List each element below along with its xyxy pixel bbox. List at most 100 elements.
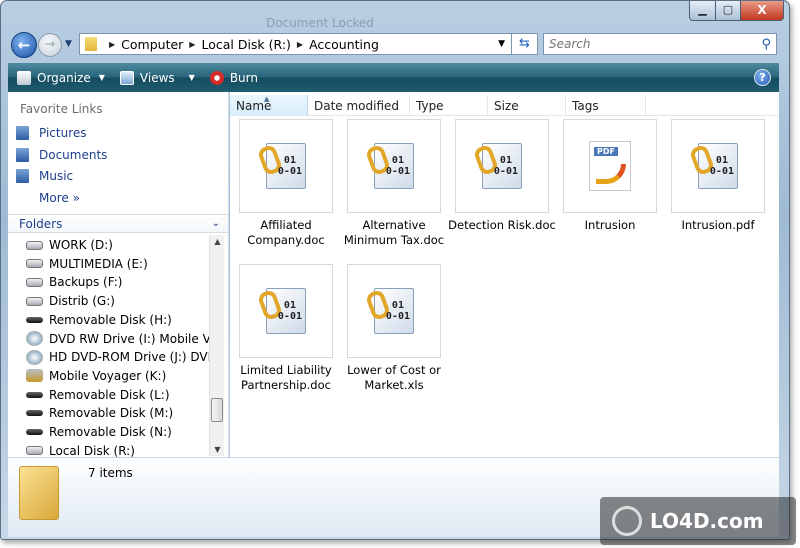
file-tile[interactable]: PDF Intrusion — [556, 119, 664, 233]
file-thumbnail[interactable]: PDF — [563, 119, 657, 213]
folder-tree-label: Removable Disk (M:) — [49, 406, 174, 421]
more-links[interactable]: More » — [39, 191, 80, 205]
views-label: Views — [139, 70, 175, 85]
file-tile[interactable]: 01 0-01 Affiliated Company.doc — [232, 119, 340, 248]
help-button[interactable]: ? — [754, 69, 771, 86]
organize-icon — [17, 70, 31, 85]
folder-tree-scrollbar[interactable]: ▲ ▼ — [209, 235, 224, 456]
breadcrumb-computer[interactable]: Computer — [121, 37, 183, 52]
recent-pages-dropdown[interactable]: ▼ — [65, 39, 72, 49]
breadcrumb-arrow-icon[interactable]: ▶ — [189, 40, 195, 49]
folder-tree-item[interactable]: Distrib (G:) — [26, 292, 211, 310]
breadcrumb-accounting[interactable]: Accounting — [309, 37, 379, 52]
file-name: Affiliated Company.doc — [247, 218, 325, 247]
organize-button[interactable]: Organize ▼ — [17, 70, 105, 85]
dvd-drive-icon — [26, 331, 43, 346]
file-name: Intrusion — [584, 218, 636, 232]
address-dropdown-icon[interactable]: ▼ — [498, 39, 505, 49]
organize-label: Organize — [37, 70, 91, 85]
folder-tree-item[interactable]: MULTIMEDIA (E:) — [26, 255, 211, 273]
encrypted-file-icon: 01 0-01 — [364, 288, 414, 334]
minimize-button[interactable]: ▁ — [689, 1, 716, 21]
folder-tree-item[interactable]: Removable Disk (L:) — [26, 386, 211, 404]
folder-tree-item[interactable]: HD DVD-ROM Drive (J:) DVD1 — [26, 348, 211, 366]
folder-tree-label: DVD RW Drive (I:) Mobile Voyager — [49, 331, 211, 346]
watermark-text: LO4D.com — [650, 509, 764, 533]
file-name: Lower of Cost or Market.xls — [347, 363, 441, 392]
folder-tree-item[interactable]: Backups (F:) — [26, 273, 211, 291]
breadcrumb-local-disk[interactable]: Local Disk (R:) — [201, 37, 290, 52]
favorite-pictures[interactable]: Pictures — [16, 126, 87, 140]
dvd-drive-icon — [26, 349, 43, 365]
search-icon[interactable]: ⚲ — [761, 37, 771, 52]
encrypted-file-icon: 01 0-01 — [256, 143, 306, 189]
file-name: Detection Risk.doc — [448, 218, 556, 232]
music-icon — [16, 169, 29, 183]
lo4d-logo-icon — [612, 506, 642, 536]
column-type[interactable]: Type — [410, 95, 488, 116]
maximize-button[interactable]: ▢ — [715, 1, 741, 21]
file-tile[interactable]: 01 0-01 Detection Risk.doc — [448, 119, 556, 233]
column-date-modified[interactable]: Date modified — [308, 95, 410, 116]
burn-button[interactable]: Burn — [209, 70, 258, 85]
folder-tree-item[interactable]: Mobile Voyager (K:) — [26, 367, 211, 385]
file-thumbnail[interactable]: 01 0-01 — [239, 264, 333, 358]
address-bar[interactable]: ▶ Computer ▶ Local Disk (R:) ▶ Accountin… — [79, 33, 512, 55]
folders-header[interactable]: Folders ⌄ — [8, 214, 228, 233]
folder-tree-label: Distrib (G:) — [49, 294, 115, 309]
column-tags[interactable]: Tags — [566, 95, 646, 116]
file-thumbnail[interactable]: 01 0-01 — [671, 119, 765, 213]
file-tile[interactable]: 01 0-01 Alternative Minimum Tax.doc — [340, 119, 448, 248]
folder-tree-item[interactable]: Removable Disk (H:) — [26, 311, 211, 329]
search-input[interactable] — [544, 37, 744, 51]
file-thumbnail[interactable]: 01 0-01 — [239, 119, 333, 213]
file-tile[interactable]: 01 0-01 Limited Liability Partnership.doc — [232, 264, 340, 393]
file-thumbnail[interactable]: 01 0-01 — [347, 119, 441, 213]
file-thumbnail[interactable]: 01 0-01 — [347, 264, 441, 358]
pdf-tag: PDF — [594, 147, 618, 156]
column-size[interactable]: Size — [488, 95, 566, 116]
breadcrumb-arrow-icon[interactable]: ▶ — [297, 40, 303, 49]
folder-tree-item[interactable]: Removable Disk (N:) — [26, 423, 211, 441]
scroll-down-icon[interactable]: ▼ — [210, 445, 225, 454]
removable-disk-icon — [26, 391, 43, 398]
scroll-up-icon[interactable]: ▲ — [210, 237, 225, 246]
refresh-button[interactable]: ⇆ — [512, 33, 538, 55]
file-tile[interactable]: 01 0-01 Intrusion.pdf — [664, 119, 772, 233]
breadcrumb-arrow-icon[interactable]: ▶ — [109, 40, 115, 49]
removable-disk-icon — [26, 429, 43, 435]
mobile-voyager-icon — [26, 369, 43, 383]
favorite-label: Documents — [39, 148, 108, 162]
views-button[interactable]: Views ▼ — [119, 70, 195, 85]
column-headers: ▲ Name Date modified Type Size Tags — [230, 95, 779, 116]
favorite-music[interactable]: Music — [16, 169, 73, 183]
file-name: Alternative Minimum Tax.doc — [343, 218, 445, 247]
chevron-down-icon[interactable]: ⌄ — [212, 215, 220, 233]
column-label: Size — [494, 99, 519, 113]
folder-tree-label: Local Disk (R:) — [49, 443, 135, 458]
scroll-thumb[interactable] — [211, 398, 223, 422]
pictures-icon — [16, 126, 29, 140]
background-window-title: Document Locked — [266, 16, 374, 30]
folder-tree-label: MULTIMEDIA (E:) — [49, 256, 148, 271]
close-button[interactable]: X — [740, 1, 784, 21]
chevron-down-icon: ▼ — [188, 73, 195, 82]
watermark-logo: LO4D.com — [600, 497, 796, 545]
back-button[interactable]: ← — [11, 32, 37, 58]
forward-button[interactable]: → — [38, 33, 62, 57]
command-bar: Organize ▼ Views ▼ Burn ? — [8, 63, 779, 92]
column-label: Type — [416, 99, 444, 113]
file-tile[interactable]: 01 0-01 Lower of Cost or Market.xls — [340, 264, 448, 393]
folder-tree-item[interactable]: Removable Disk (M:) — [26, 404, 211, 422]
folder-tree-item[interactable]: WORK (D:) — [26, 236, 211, 254]
file-name: Limited Liability Partnership.doc — [240, 363, 332, 392]
folder-tree-item[interactable]: DVD RW Drive (I:) Mobile Voyager — [26, 330, 211, 348]
folder-tree-label: Backups (F:) — [49, 275, 123, 290]
file-thumbnail[interactable]: 01 0-01 — [455, 119, 549, 213]
favorite-documents[interactable]: Documents — [16, 148, 107, 162]
column-name[interactable]: ▲ Name — [230, 95, 308, 116]
folders-title: Folders — [19, 217, 63, 231]
search-box[interactable]: ⚲ — [543, 33, 777, 55]
folder-tree-label: Removable Disk (N:) — [49, 425, 172, 439]
hard-drive-icon — [26, 240, 43, 250]
